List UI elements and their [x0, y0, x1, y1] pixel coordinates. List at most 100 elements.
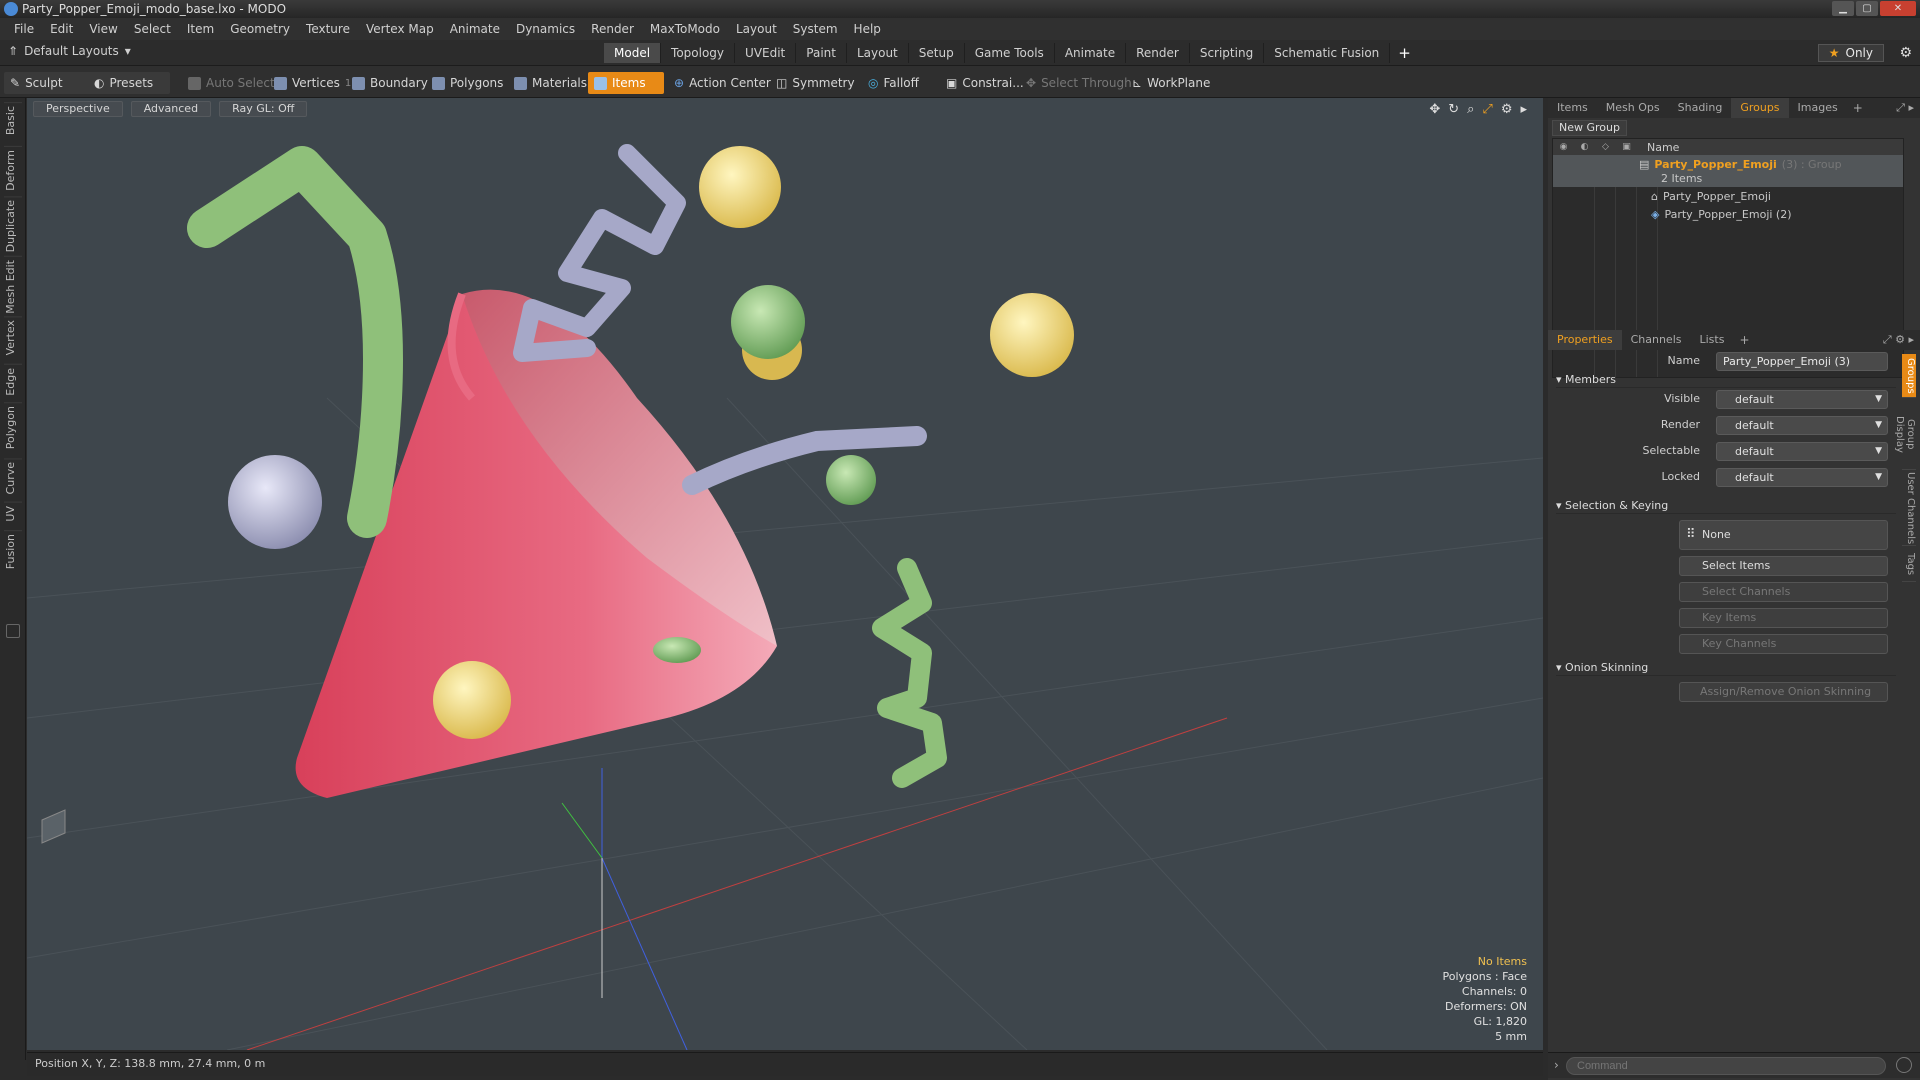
- tab-mesh-edit[interactable]: Mesh Edit: [4, 256, 22, 317]
- tab-lists[interactable]: Lists: [1691, 330, 1734, 350]
- vertices-button[interactable]: Vertices 1: [268, 72, 357, 94]
- add-tab-button[interactable]: +: [1847, 101, 1869, 115]
- onion-skinning-button[interactable]: Assign/Remove Onion Skinning: [1679, 682, 1888, 702]
- viewport-settings-icon[interactable]: ⚙: [1501, 102, 1513, 117]
- command-input[interactable]: [1566, 1057, 1886, 1075]
- tab-images[interactable]: Images: [1789, 98, 1847, 118]
- members-section[interactable]: ▾ Members: [1556, 372, 1896, 388]
- command-history-button[interactable]: [1896, 1057, 1912, 1073]
- auto-select-button[interactable]: Auto Select: [182, 72, 281, 94]
- tab-items[interactable]: Items: [1548, 98, 1597, 118]
- gear-icon[interactable]: ⚙: [1899, 45, 1912, 61]
- add-tab-button[interactable]: +: [1390, 43, 1419, 63]
- onion-skinning-section[interactable]: ▾ Onion Skinning: [1556, 660, 1896, 676]
- falloff-button[interactable]: ◎ Falloff: [862, 72, 925, 94]
- polygons-button[interactable]: Polygons: [426, 72, 509, 94]
- minimize-button[interactable]: ▁: [1832, 1, 1854, 16]
- tab-deform[interactable]: Deform: [4, 146, 22, 194]
- 3d-viewport[interactable]: Perspective Advanced Ray GL: Off ✥ ↻ ⌕ ⤢…: [27, 98, 1543, 1050]
- boundary-button[interactable]: Boundary: [346, 72, 434, 94]
- tab-duplicate[interactable]: Duplicate: [4, 196, 22, 256]
- presets-button[interactable]: ◐ Presets: [88, 72, 170, 94]
- select-through-button[interactable]: ✥ Select Through: [1020, 72, 1138, 94]
- tab-setup[interactable]: Setup: [909, 43, 965, 63]
- menu-render[interactable]: Render: [583, 18, 642, 40]
- constraints-button[interactable]: ▣ Constrai...: [940, 72, 1030, 94]
- select-channels-button[interactable]: Select Channels: [1679, 582, 1888, 602]
- menu-select[interactable]: Select: [126, 18, 179, 40]
- menu-dynamics[interactable]: Dynamics: [508, 18, 583, 40]
- tab-layout[interactable]: Layout: [847, 43, 909, 63]
- side-tab-tags[interactable]: Tags: [1902, 548, 1916, 582]
- pan-icon[interactable]: ✥: [1429, 102, 1440, 117]
- tab-groups[interactable]: Groups: [1731, 98, 1789, 118]
- close-button[interactable]: ✕: [1880, 1, 1916, 16]
- side-tab-user-channels[interactable]: User Channels: [1902, 472, 1916, 546]
- tab-topology[interactable]: Topology: [661, 43, 736, 63]
- tab-mesh-ops[interactable]: Mesh Ops: [1597, 98, 1669, 118]
- viewport-menu-icon[interactable]: ▸: [1520, 102, 1527, 117]
- menu-help[interactable]: Help: [846, 18, 889, 40]
- tab-polygon[interactable]: Polygon: [4, 402, 22, 453]
- select-items-button[interactable]: Select Items: [1679, 556, 1888, 576]
- selectable-dropdown[interactable]: default ▼: [1716, 442, 1888, 461]
- menu-geometry[interactable]: Geometry: [222, 18, 298, 40]
- tab-paint[interactable]: Paint: [796, 43, 847, 63]
- menu-layout[interactable]: Layout: [728, 18, 785, 40]
- menu-system[interactable]: System: [785, 18, 846, 40]
- workplane-button[interactable]: ⊾ WorkPlane: [1126, 72, 1216, 94]
- tab-render[interactable]: Render: [1126, 43, 1190, 63]
- list-item[interactable]: ⌂ Party_Popper_Emoji: [1651, 189, 1771, 205]
- tab-uvedit[interactable]: UVEdit: [735, 43, 797, 63]
- menu-edit[interactable]: Edit: [42, 18, 81, 40]
- panel-expand-icon[interactable]: ⤢ ▸: [1896, 101, 1914, 115]
- menu-animate[interactable]: Animate: [442, 18, 508, 40]
- symmetry-button[interactable]: ◫ Symmetry: [770, 72, 861, 94]
- visible-dropdown[interactable]: default ▼: [1716, 390, 1888, 409]
- list-item[interactable]: ◈ Party_Popper_Emoji (2): [1651, 207, 1792, 223]
- tab-curve[interactable]: Curve: [4, 458, 22, 498]
- perspective-dropdown[interactable]: Perspective: [33, 101, 123, 117]
- panel-expand-icon[interactable]: ⤢ ⚙ ▸: [1883, 333, 1914, 347]
- maximize-button[interactable]: ▢: [1856, 1, 1878, 16]
- zoom-icon[interactable]: ⌕: [1467, 102, 1474, 117]
- tab-model[interactable]: Model: [604, 43, 662, 63]
- tab-scripting[interactable]: Scripting: [1190, 43, 1265, 63]
- add-tab-button[interactable]: +: [1733, 333, 1755, 347]
- side-tab-groups[interactable]: Groups: [1902, 354, 1916, 398]
- tab-properties[interactable]: Properties: [1548, 330, 1622, 350]
- tab-schematic-fusion[interactable]: Schematic Fusion: [1264, 43, 1391, 63]
- items-button[interactable]: Items: [588, 72, 664, 94]
- menu-item[interactable]: Item: [179, 18, 222, 40]
- menu-maxtomodo[interactable]: MaxToModo: [642, 18, 728, 40]
- maximize-viewport-icon[interactable]: ⤢: [1482, 102, 1492, 117]
- tab-edge[interactable]: Edge: [4, 364, 22, 399]
- materials-button[interactable]: Materials: [508, 72, 593, 94]
- tab-vertex[interactable]: Vertex: [4, 316, 22, 359]
- default-layouts-dropdown[interactable]: ⇑ Default Layouts ▾: [8, 44, 131, 58]
- raygl-toggle[interactable]: Ray GL: Off: [219, 101, 308, 117]
- tab-uv[interactable]: UV: [4, 502, 22, 525]
- name-field[interactable]: Party_Popper_Emoji (3): [1716, 352, 1888, 371]
- tab-animate[interactable]: Animate: [1055, 43, 1127, 63]
- menu-texture[interactable]: Texture: [298, 18, 358, 40]
- menu-vertex-map[interactable]: Vertex Map: [358, 18, 442, 40]
- none-button[interactable]: ⠿ None: [1679, 520, 1888, 550]
- only-button[interactable]: ★ Only: [1817, 44, 1884, 62]
- shading-dropdown[interactable]: Advanced: [130, 101, 212, 117]
- side-tab-group-display[interactable]: Group Display: [1894, 400, 1916, 470]
- locked-dropdown[interactable]: default ▼: [1716, 468, 1888, 487]
- tab-shading[interactable]: Shading: [1669, 98, 1732, 118]
- menu-file[interactable]: File: [6, 18, 42, 40]
- tab-game-tools[interactable]: Game Tools: [965, 43, 1055, 63]
- tab-basic[interactable]: Basic: [4, 102, 22, 139]
- panel-toggle-button[interactable]: [6, 624, 20, 638]
- tab-channels[interactable]: Channels: [1622, 330, 1691, 350]
- tab-fusion[interactable]: Fusion: [4, 530, 22, 573]
- sculpt-button[interactable]: ✎ Sculpt: [4, 72, 92, 94]
- key-items-button[interactable]: Key Items: [1679, 608, 1888, 628]
- rotate-icon[interactable]: ↻: [1448, 102, 1459, 117]
- action-center-button[interactable]: ⊕ Action Center: [668, 72, 777, 94]
- key-channels-button[interactable]: Key Channels: [1679, 634, 1888, 654]
- new-group-button[interactable]: New Group: [1552, 120, 1627, 136]
